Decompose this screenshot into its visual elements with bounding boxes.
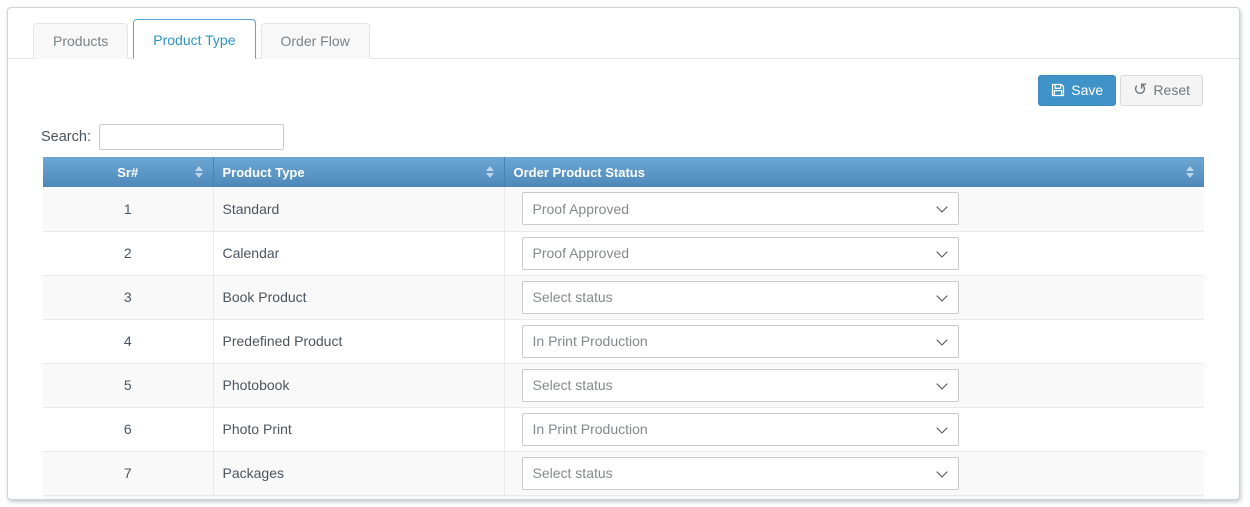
column-header-sr[interactable]: Sr#: [43, 157, 214, 187]
table-row: 6 Photo Print In Print Production: [43, 407, 1204, 452]
sr-cell: 2: [43, 231, 214, 276]
column-header-product-type-label: Product Type: [222, 164, 305, 180]
sort-arrows-icon: [1186, 166, 1194, 178]
status-cell: Proof Approved: [504, 187, 1204, 232]
sort-arrows-icon: [485, 166, 494, 178]
product-type-cell: Book Product: [213, 275, 505, 320]
tab-order-flow[interactable]: Order Flow: [260, 23, 370, 59]
tab-bar: Products Product Type Order Flow: [8, 8, 1239, 59]
sr-cell: 5: [43, 363, 214, 408]
undo-arrow-icon: ↺: [1133, 80, 1148, 99]
search-row: Search:: [41, 124, 1239, 150]
column-header-order-product-status-label: Order Product Status: [513, 164, 645, 180]
order-product-status-select[interactable]: Select status: [521, 368, 959, 402]
status-cell: In Print Production: [504, 407, 1204, 452]
sr-cell: 4: [43, 319, 214, 364]
product-type-cell: Calendar: [213, 231, 505, 276]
table-body: 1 Standard Proof Approved 2 Calendar Pro…: [43, 187, 1204, 496]
tab-products[interactable]: Products: [33, 23, 129, 59]
search-input[interactable]: [98, 124, 284, 150]
product-type-cell: Predefined Product: [213, 319, 505, 364]
order-product-status-select[interactable]: In Print Production: [521, 412, 959, 446]
table-row: 2 Calendar Proof Approved: [43, 231, 1204, 276]
tab-product-type[interactable]: Product Type: [133, 19, 256, 59]
product-type-table: Sr# Product Type Order Product Status 1 …: [43, 157, 1204, 496]
order-product-status-select[interactable]: Proof Approved: [521, 192, 959, 226]
clipped-next-row: [43, 495, 1204, 499]
status-cell: In Print Production: [504, 319, 1204, 364]
toolbar: Save ↺ Reset: [8, 59, 1239, 106]
table-row: 4 Predefined Product In Print Production: [43, 319, 1204, 364]
reset-button-label: Reset: [1153, 82, 1190, 98]
column-header-product-type[interactable]: Product Type: [213, 157, 505, 187]
order-product-status-select[interactable]: In Print Production: [521, 324, 959, 358]
column-header-order-product-status[interactable]: Order Product Status: [504, 157, 1204, 187]
table-row: 3 Book Product Select status: [43, 275, 1204, 320]
order-product-status-select[interactable]: Select status: [521, 456, 959, 490]
order-product-status-select[interactable]: Proof Approved: [521, 236, 959, 270]
status-cell: Proof Approved: [504, 231, 1204, 276]
sr-cell: 3: [43, 275, 214, 320]
floppy-disk-icon: [1051, 83, 1065, 97]
save-button[interactable]: Save: [1038, 75, 1117, 106]
status-cell: Select status: [504, 363, 1204, 408]
status-cell: Select status: [504, 451, 1204, 496]
table-row: 1 Standard Proof Approved: [43, 187, 1204, 232]
sr-cell: 6: [43, 407, 214, 452]
product-type-cell: Photobook: [213, 363, 505, 408]
product-type-cell: Standard: [213, 187, 505, 232]
reset-button[interactable]: ↺ Reset: [1120, 75, 1203, 106]
main-panel: Products Product Type Order Flow Save ↺ …: [7, 7, 1240, 500]
sr-cell: 1: [43, 187, 214, 232]
sr-cell: 7: [43, 451, 214, 496]
sort-arrows-icon: [194, 166, 203, 178]
product-type-cell: Packages: [213, 451, 505, 496]
status-cell: Select status: [504, 275, 1204, 320]
order-product-status-select[interactable]: Select status: [521, 280, 959, 314]
product-type-cell: Photo Print: [213, 407, 505, 452]
table-header-row: Sr# Product Type Order Product Status: [43, 157, 1204, 187]
save-button-label: Save: [1071, 82, 1104, 98]
table-row: 5 Photobook Select status: [43, 363, 1204, 408]
column-header-sr-label: Sr#: [117, 164, 139, 180]
search-label: Search:: [41, 129, 91, 145]
table-row: 7 Packages Select status: [43, 451, 1204, 496]
